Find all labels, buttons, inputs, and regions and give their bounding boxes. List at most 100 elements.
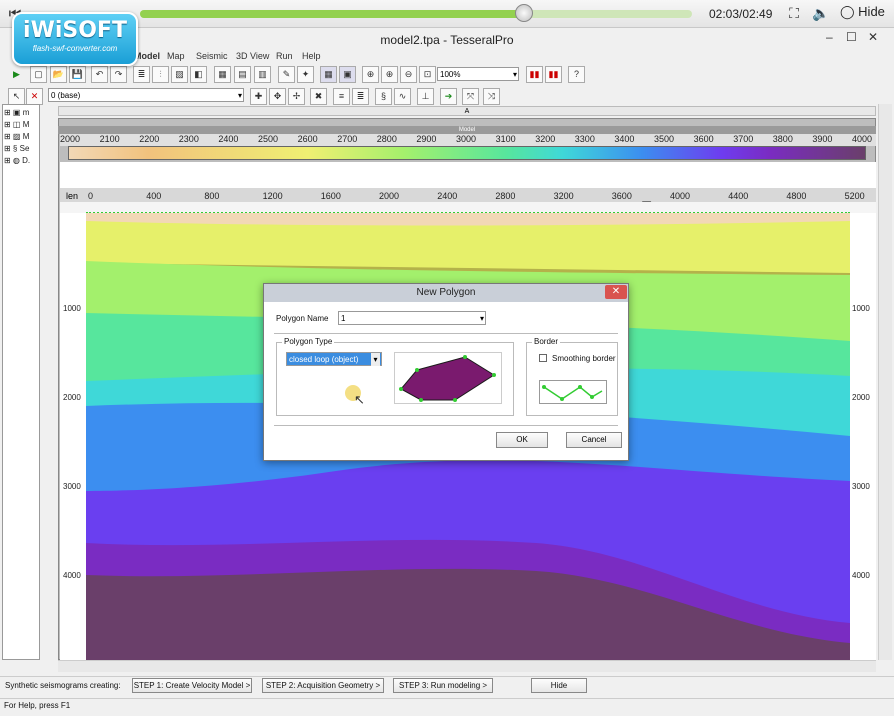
undo-icon[interactable]: ↶ [91,66,108,83]
view-image-icon[interactable]: ▣ [339,66,356,83]
cube-icon[interactable]: ◧ [190,66,207,83]
maximize-icon[interactable]: ☐ [846,30,857,44]
velocity-tick-label: 3200 [535,134,556,144]
menu-3d-view[interactable]: 3D View [236,51,269,61]
volume-icon[interactable]: 🔈 [812,5,830,22]
length-tick-label: 800 [204,191,220,201]
remove-point-icon[interactable]: ✖ [310,88,327,105]
flag-red-2-icon[interactable]: ▮▮ [545,66,562,83]
velocity-tick-label: 2400 [218,134,239,144]
cancel-button[interactable]: Cancel [566,432,622,448]
zoom-select[interactable]: 100% ▾ [437,67,519,81]
velocity-colorbar[interactable] [68,146,866,160]
tree-item-5[interactable]: ⊞ ◍ D. [4,156,30,165]
player-hide-button[interactable]: ◯ Hide [840,4,885,20]
vertical-scrollbar[interactable] [878,104,892,660]
baseline-icon[interactable]: ⊥ [417,88,434,105]
length-tick-label: 1600 [320,191,341,201]
dialog-close-button[interactable]: ✕ [605,285,627,299]
new-file-icon[interactable]: ▢ [30,66,47,83]
chevron-down-icon: ▾ [479,314,484,323]
menu-map[interactable]: Map [167,51,185,61]
steps-label: Synthetic seismograms creating: [5,681,121,690]
ok-button[interactable]: OK [496,432,548,448]
fullscreen-icon[interactable]: ⛶ [785,5,803,22]
horizontal-scrollbar[interactable] [58,660,876,672]
zoom-out-icon[interactable]: ⊖ [400,66,417,83]
length-tick-label: 2000 [379,191,400,201]
depth-axis-right [850,213,876,660]
divider-bottom [274,425,618,426]
velocity-tick-label: 3900 [812,134,833,144]
status-text: For Help, press F1 [4,701,71,710]
tree-item-5-label: D. [22,156,31,165]
help-context-icon[interactable]: ? [568,66,585,83]
velocity-tick-label: 3700 [733,134,754,144]
velocity-tick-label: 2200 [139,134,160,144]
velocity-tick-label: 2300 [178,134,199,144]
velocity-tick-label: 4000 [852,134,873,144]
depth-tick-label-left: 1000 [63,304,81,313]
tree-item-2-label: M [22,120,30,129]
smoothing-checkbox[interactable] [539,354,547,362]
pointer-icon[interactable]: ↖ [8,88,25,105]
tree-item-4[interactable]: ⊞ § Se [4,144,29,153]
split-icon[interactable]: ⤧ [462,88,479,105]
palette-icon[interactable]: ✦ [297,66,314,83]
length-axis-label: len [66,191,79,201]
tree-item-3[interactable]: ⊞ ▨ M [4,132,29,141]
close-icon[interactable]: ✕ [868,30,878,44]
save-icon[interactable]: 💾 [69,66,86,83]
line-icon[interactable]: ≡ [333,88,350,105]
cross-icon[interactable]: ⤨ [483,88,500,105]
curve-edit-icon[interactable]: ∿ [394,88,411,105]
pencil-icon[interactable]: ✎ [278,66,295,83]
logo-brand: iWiSOFT [23,18,127,43]
layers-icon[interactable]: ≣ [133,66,150,83]
zoom-plus-icon[interactable]: ⊕ [381,66,398,83]
table-icon[interactable]: ▤ [234,66,251,83]
tree-item-2[interactable]: ⊞ ◫ M [4,120,29,129]
step2-button[interactable]: STEP 2: Acquisition Geometry > [262,678,384,693]
flag-red-icon[interactable]: ▮▮ [526,66,543,83]
run-icon[interactable]: ▶ [8,66,25,83]
arrow-right-icon[interactable]: ➔ [440,88,457,105]
zoom-fit-icon[interactable]: ⊡ [419,66,436,83]
align-icon[interactable]: ⫶ [152,66,169,83]
steps-hide-button[interactable]: Hide [531,678,587,693]
chart-icon[interactable]: ▥ [254,66,271,83]
progress-knob[interactable] [514,4,533,22]
border-label: Border [532,337,561,346]
view-grid-icon[interactable]: ▦ [320,66,337,83]
grid-diagonal-icon[interactable]: ▨ [171,66,188,83]
menu-seismic[interactable]: Seismic [196,51,228,61]
layer-select[interactable]: 0 (base) ▾ [48,88,244,102]
open-folder-icon[interactable]: 📂 [50,66,67,83]
length-tick-label: 2400 [437,191,458,201]
step1-button[interactable]: STEP 1: Create Velocity Model > [132,678,252,693]
menu-run[interactable]: Run [276,51,293,61]
redo-icon[interactable]: ↷ [110,66,127,83]
velocity-tick-label: 2600 [297,134,318,144]
zoom-in-icon[interactable]: ⊕ [362,66,379,83]
radio-icon: ◯ [840,4,859,19]
length-tick-label: 3600 [611,191,632,201]
delete-icon[interactable]: ✕ [26,88,43,105]
insert-point-icon[interactable]: ✢ [288,88,305,105]
menu-help[interactable]: Help [302,51,321,61]
polygon-name-select[interactable]: 1 ▾ [338,311,486,325]
add-point-icon[interactable]: ✚ [250,88,267,105]
step3-button[interactable]: STEP 3: Run modeling > [393,678,493,693]
lines-icon[interactable]: ≣ [352,88,369,105]
velocity-tick-label: 3600 [693,134,714,144]
grid-icon[interactable]: ▦ [214,66,231,83]
divider [274,333,618,334]
move-point-icon[interactable]: ✥ [269,88,286,105]
tree-item-1[interactable]: ⊞ ▣ m [4,108,29,117]
velocity-tick-label: 2100 [99,134,120,144]
minimize-icon[interactable]: – [826,30,833,44]
polygon-type-select[interactable]: closed loop (object) ▾ [286,352,382,366]
length-tick-label: 4000 [670,191,691,201]
velocity-tick-label: 3100 [495,134,516,144]
curve-icon[interactable]: § [375,88,392,105]
